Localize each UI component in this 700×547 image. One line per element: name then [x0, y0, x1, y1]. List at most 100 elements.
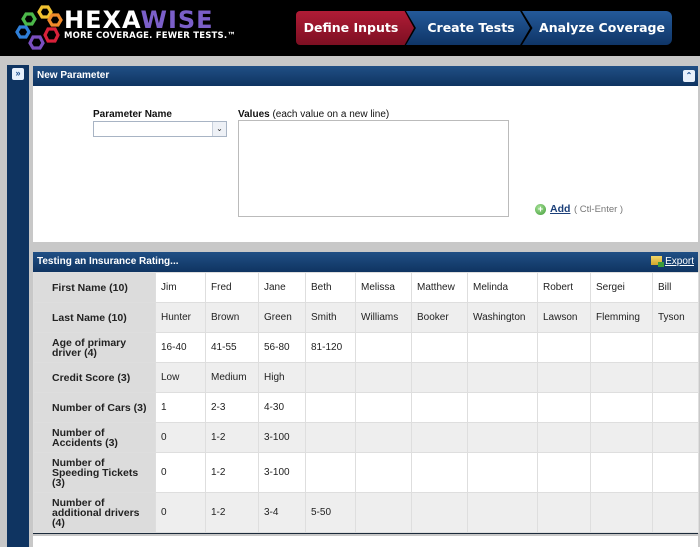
parameter-value-cell: Booker	[411, 302, 468, 333]
parameter-name-select[interactable]: ⌄	[93, 121, 227, 137]
parameter-value-cell	[467, 422, 538, 453]
parameter-value-cell: Williams	[355, 302, 412, 333]
parameter-value-cell	[467, 392, 538, 423]
parameter-value-cell: Melinda	[467, 272, 538, 303]
step-create-tests[interactable]: Create Tests	[406, 11, 530, 45]
parameter-value-cell	[537, 452, 591, 493]
parameter-value-cell	[467, 362, 538, 393]
parameter-name-cell[interactable]: First Name (10)	[33, 272, 156, 303]
parameter-name-cell[interactable]: Number of additional drivers (4)	[33, 492, 156, 533]
expand-sidebar-icon[interactable]: »	[12, 68, 24, 80]
parameter-value-cell: Fred	[205, 272, 259, 303]
parameter-value-cell: 0	[155, 422, 206, 453]
parameter-value-cell	[537, 332, 591, 363]
parameter-value-cell	[355, 422, 412, 453]
parameter-name-label: Parameter Name	[93, 109, 172, 120]
parameter-value-cell	[590, 422, 653, 453]
parameter-value-cell: Hunter	[155, 302, 206, 333]
parameter-value-cell	[355, 492, 412, 533]
parameter-value-cell	[467, 332, 538, 363]
parameter-value-cell	[537, 392, 591, 423]
parameter-value-cell: Medium	[205, 362, 259, 393]
parameter-value-cell: Matthew	[411, 272, 468, 303]
parameter-name-cell[interactable]: Number of Speeding Tickets (3)	[33, 452, 156, 493]
new-parameter-title: New Parameter	[37, 70, 110, 81]
parameter-name-cell[interactable]: Age of primary driver (4)	[33, 332, 156, 363]
parameter-name-cell[interactable]: Number of Cars (3)	[33, 392, 156, 423]
values-label-hint: (each value on a new line)	[269, 109, 390, 120]
values-label-bold: Values	[238, 109, 270, 120]
parameter-value-cell	[652, 422, 699, 453]
step-define-inputs[interactable]: Define Inputs	[296, 11, 414, 45]
parameter-value-cell: 0	[155, 492, 206, 533]
add-plus-icon[interactable]: +	[535, 204, 546, 215]
parameter-value-cell	[305, 362, 356, 393]
parameter-row[interactable]: Number of Speeding Tickets (3) 0 1-2 3-100	[33, 452, 699, 493]
parameter-value-cell	[355, 452, 412, 493]
parameter-value-cell	[411, 332, 468, 363]
parameter-value-cell	[467, 492, 538, 533]
parameter-name-cell[interactable]: Last Name (10)	[33, 302, 156, 333]
app-header: HEXAWISE MORE COVERAGE. FEWER TESTS.™ De…	[0, 0, 700, 56]
parameter-value-cell	[411, 422, 468, 453]
export-folder-icon	[651, 256, 665, 267]
parameter-value-cell: 56-80	[258, 332, 306, 363]
parameter-value-cell	[652, 332, 699, 363]
values-textarea[interactable]	[238, 120, 509, 217]
parameter-value-cell	[537, 492, 591, 533]
parameter-value-cell: Beth	[305, 272, 356, 303]
parameter-value-cell	[355, 362, 412, 393]
parameter-value-cell	[411, 492, 468, 533]
parameter-value-cell: Bill	[652, 272, 699, 303]
brand-wise: WISE	[140, 6, 214, 34]
parameter-value-cell: 3-4	[258, 492, 306, 533]
parameter-value-cell: 3-100	[258, 422, 306, 453]
parameter-name-cell[interactable]: Credit Score (3)	[33, 362, 156, 393]
parameter-value-cell	[537, 362, 591, 393]
parameter-value-cell: Brown	[205, 302, 259, 333]
parameter-value-cell: 2-3	[205, 392, 259, 423]
parameter-value-cell	[652, 362, 699, 393]
parameter-value-cell: Green	[258, 302, 306, 333]
parameter-value-cell: Tyson	[652, 302, 699, 333]
parameter-value-cell: Low	[155, 362, 206, 393]
hexawise-logo-icon	[15, 5, 63, 50]
parameter-value-cell: Smith	[305, 302, 356, 333]
brand-tagline: MORE COVERAGE. FEWER TESTS.™	[64, 31, 236, 41]
brand-hexa: HEXA	[64, 6, 141, 34]
parameters-table: First Name (10) Jim Fred Jane Beth Melissa Mat…	[33, 272, 699, 533]
parameter-value-cell: Jim	[155, 272, 206, 303]
parameter-value-cell	[355, 332, 412, 363]
step-analyze-coverage[interactable]: Analyze Coverage	[522, 11, 672, 45]
collapse-panel-icon[interactable]: ⌃	[683, 70, 695, 82]
parameter-value-cell: Robert	[537, 272, 591, 303]
brand-name: HEXAWISE	[64, 6, 214, 34]
export-button[interactable]: Export	[651, 252, 694, 272]
parameter-value-cell	[652, 392, 699, 423]
parameter-row[interactable]: First Name (10) Jim Fred Jane Beth Melissa Mat…	[33, 272, 699, 303]
parameter-row[interactable]: Number of additional drivers (4) 0 1-2 3-4 5…	[33, 492, 699, 533]
parameter-value-cell: 3-100	[258, 452, 306, 493]
parameter-row[interactable]: Number of Accidents (3) 0 1-2 3-100	[33, 422, 699, 453]
parameter-value-cell	[355, 392, 412, 423]
chevron-down-icon[interactable]: ⌄	[212, 122, 226, 136]
parameters-table-container: First Name (10) Jim Fred Jane Beth Melissa Mat…	[33, 272, 699, 534]
parameters-table-title: Testing an Insurance Rating...	[37, 256, 179, 267]
parameter-value-cell	[411, 362, 468, 393]
parameter-value-cell	[590, 362, 653, 393]
parameter-row[interactable]: Last Name (10) Hunter Brown Green Smith Willi…	[33, 302, 699, 333]
parameter-value-cell	[305, 392, 356, 423]
parameter-value-cell	[305, 452, 356, 493]
parameter-row[interactable]: Credit Score (3) Low Medium High	[33, 362, 699, 393]
parameter-value-cell: Jane	[258, 272, 306, 303]
parameter-value-cell: High	[258, 362, 306, 393]
export-label: Export	[665, 256, 694, 267]
parameter-row[interactable]: Number of Cars (3) 1 2-3 4-30	[33, 392, 699, 423]
parameter-value-cell	[590, 332, 653, 363]
parameter-value-cell: Melissa	[355, 272, 412, 303]
parameter-value-cell: 81-120	[305, 332, 356, 363]
parameter-name-cell[interactable]: Number of Accidents (3)	[33, 422, 156, 453]
parameter-row[interactable]: Age of primary driver (4) 16-40 41-55 56-80…	[33, 332, 699, 363]
parameter-value-cell: 5-50	[305, 492, 356, 533]
add-button[interactable]: Add	[550, 203, 570, 215]
